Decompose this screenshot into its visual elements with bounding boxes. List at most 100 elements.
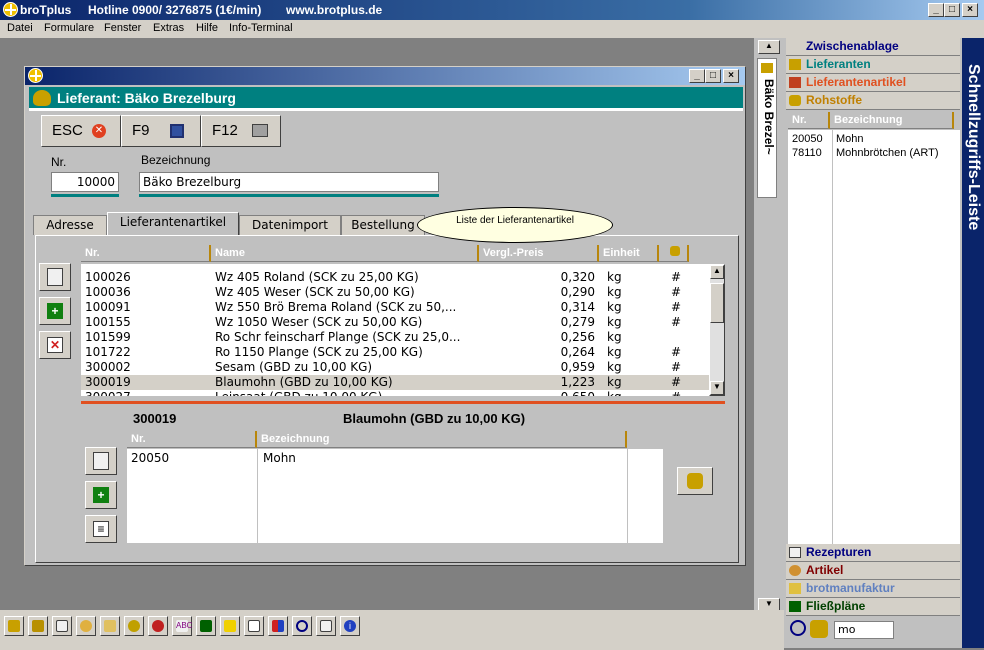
bread-toolbar-button[interactable] bbox=[76, 616, 96, 636]
folder-toolbar-button[interactable] bbox=[100, 616, 120, 636]
right-col-nr-header[interactable]: Nr. bbox=[788, 112, 830, 129]
col-name-header[interactable]: Name bbox=[211, 245, 479, 262]
toolbar-bottom: ABC i bbox=[0, 610, 784, 650]
rezepturen-header[interactable]: Rezepturen bbox=[786, 544, 960, 562]
lieferant-toolbar-button[interactable] bbox=[4, 616, 24, 636]
menu-extras[interactable]: Extras bbox=[153, 22, 184, 34]
grid-toolbar-button[interactable] bbox=[220, 616, 240, 636]
notes-toolbar-button[interactable] bbox=[316, 616, 336, 636]
cell-unit: kg bbox=[607, 360, 622, 374]
cell-unit: kg bbox=[607, 300, 622, 314]
nr-field[interactable]: 10000 bbox=[51, 172, 119, 192]
zwischenablage-header[interactable]: Zwischenablage bbox=[786, 38, 960, 56]
menu-info-terminal[interactable]: Info-Terminal bbox=[229, 22, 293, 34]
cell-flag: # bbox=[671, 300, 682, 314]
bezeichnung-field[interactable]: Bäko Brezelburg bbox=[139, 172, 439, 192]
close-button[interactable]: × bbox=[962, 3, 978, 17]
minimize-button[interactable]: _ bbox=[928, 3, 944, 17]
table-row[interactable]: 101599 Ro Schr feinscharf Plange (SCK zu … bbox=[81, 330, 709, 345]
cell-name: Wz 1050 Weser (SCK zu 50,00 KG) bbox=[215, 315, 423, 329]
table-row[interactable]: 300027 Leinsaat (GBD zu 10,00 KG) 0,650 kg # bbox=[81, 390, 709, 396]
window-close-button[interactable]: × bbox=[723, 69, 739, 83]
list-item-nr: 20050 bbox=[792, 133, 823, 145]
table-row[interactable]: 100036 Wz 405 Weser (SCK zu 50,00 KG) 0,29… bbox=[81, 285, 709, 300]
tab-lieferantenartikel[interactable]: Lieferantenartikel bbox=[107, 212, 239, 236]
paste-button[interactable] bbox=[39, 263, 71, 291]
rohstoff-button[interactable] bbox=[677, 467, 713, 495]
euro-toolbar-button[interactable] bbox=[124, 616, 144, 636]
recipe-toolbar-button[interactable] bbox=[52, 616, 72, 636]
bezeichnung-label: Bezeichnung bbox=[141, 153, 211, 167]
brotmanufaktur-header[interactable]: brotmanufaktur bbox=[786, 580, 960, 598]
right-col-bez-header[interactable]: Bezeichnung bbox=[830, 112, 954, 129]
cell-name: Wz 550 Brö Brema Roland (SCK zu 50,... bbox=[215, 300, 457, 314]
search-icon[interactable] bbox=[790, 620, 806, 636]
currency-toolbar-button[interactable] bbox=[148, 616, 168, 636]
color-toolbar-button[interactable] bbox=[268, 616, 288, 636]
add-button[interactable]: + bbox=[39, 297, 71, 325]
sack-icon[interactable] bbox=[810, 620, 828, 638]
table-row[interactable]: 101722 Ro 1150 Plange (SCK zu 25,00 KG) 0,… bbox=[81, 345, 709, 360]
save-icon bbox=[170, 124, 184, 138]
detail-row[interactable]: 20050 Mohn bbox=[127, 451, 663, 466]
rohstoffe-header[interactable]: Rohstoffe bbox=[786, 92, 960, 110]
detail-add-button[interactable]: + bbox=[85, 481, 117, 509]
col-nr-header[interactable]: Nr. bbox=[81, 245, 211, 262]
search-toolbar-button[interactable] bbox=[292, 616, 312, 636]
col-einheit-header[interactable]: Einheit bbox=[599, 245, 659, 262]
app-name: broTplus bbox=[20, 3, 72, 17]
scroll-down-button[interactable]: ▼ bbox=[710, 381, 724, 395]
col-flag-header[interactable] bbox=[659, 245, 689, 262]
lieferanten-header[interactable]: Lieferanten bbox=[786, 56, 960, 74]
lieferantenartikel-header[interactable]: Lieferantenartikel bbox=[786, 74, 960, 92]
list-item-bez: Mohn bbox=[836, 133, 864, 145]
f12-button[interactable]: F12 bbox=[201, 115, 281, 147]
quick-search-input[interactable]: mo bbox=[834, 621, 894, 639]
rohstoff-toolbar-button[interactable] bbox=[28, 616, 48, 636]
table-row[interactable]: 100026 Wz 405 Roland (SCK zu 25,00 KG) 0,3… bbox=[81, 270, 709, 285]
abc-toolbar-button[interactable]: ABC bbox=[172, 616, 192, 636]
menu-hilfe[interactable]: Hilfe bbox=[196, 22, 218, 34]
detail-col-nr-header[interactable]: Nr. bbox=[127, 431, 257, 448]
strip-tab[interactable]: Bäko Brezel~ bbox=[757, 58, 777, 198]
list-item[interactable]: 78110 Mohnbrötchen (ART) bbox=[788, 146, 960, 161]
tab-datenimport[interactable]: Datenimport bbox=[239, 215, 341, 235]
cell-flag: # bbox=[671, 285, 682, 299]
tab-bestellung[interactable]: Bestellung bbox=[341, 215, 425, 235]
table-row[interactable]: 300002 Sesam (GBD zu 10,00 KG) 0,959 kg # bbox=[81, 360, 709, 375]
list-item[interactable]: 20050 Mohn bbox=[788, 132, 960, 147]
info-toolbar-button[interactable]: i bbox=[340, 616, 360, 636]
delete-button[interactable]: ✕ bbox=[39, 331, 71, 359]
detail-grid[interactable]: 20050 Mohn bbox=[127, 449, 663, 543]
grid-icon bbox=[224, 620, 236, 632]
window-maximize-button[interactable]: □ bbox=[705, 69, 721, 83]
scroll-thumb[interactable] bbox=[710, 283, 724, 323]
f9-button[interactable]: F9 bbox=[121, 115, 201, 147]
detail-paste-button[interactable] bbox=[85, 447, 117, 475]
maximize-button[interactable]: □ bbox=[944, 3, 960, 17]
table-row[interactable]: 100155 Wz 1050 Weser (SCK zu 50,00 KG) 0,2… bbox=[81, 315, 709, 330]
menu-datei[interactable]: Datei bbox=[7, 22, 33, 34]
fliessplaene-header[interactable]: Fließpläne bbox=[786, 598, 960, 616]
tab-adresse[interactable]: Adresse bbox=[33, 215, 107, 235]
scroll-up-button[interactable]: ▲ bbox=[710, 265, 724, 279]
artikel-header[interactable]: Artikel bbox=[786, 562, 960, 580]
menu-fenster[interactable]: Fenster bbox=[104, 22, 141, 34]
detail-delete-button[interactable]: ≡ bbox=[85, 515, 117, 543]
menu-formulare[interactable]: Formulare bbox=[44, 22, 94, 34]
strip-up-button[interactable]: ▲ bbox=[758, 40, 780, 54]
table-row[interactable]: 100091 Wz 550 Brö Brema Roland (SCK zu 50… bbox=[81, 300, 709, 315]
grid-scrollbar[interactable]: ▲ ▼ bbox=[709, 264, 725, 396]
cell-unit: kg bbox=[607, 315, 622, 329]
rohstoffe-label: Rohstoffe bbox=[806, 93, 862, 107]
tree-toolbar-button[interactable] bbox=[196, 616, 216, 636]
esc-button[interactable]: ESC ✕ bbox=[41, 115, 121, 147]
bread-icon bbox=[789, 565, 801, 576]
artikel-grid[interactable]: 100026 Wz 405 Roland (SCK zu 25,00 KG) 0,3… bbox=[81, 264, 709, 396]
detail-col-bez-header[interactable]: Bezeichnung bbox=[257, 431, 627, 448]
window-minimize-button[interactable]: _ bbox=[689, 69, 705, 83]
table-row[interactable]: 300019 Blaumohn (GBD zu 10,00 KG) 1,223 kg # bbox=[81, 375, 709, 390]
rohstoffe-grid[interactable]: 20050 Mohn 78110 Mohnbrötchen (ART) bbox=[788, 130, 960, 544]
check-toolbar-button[interactable] bbox=[244, 616, 264, 636]
col-preis-header[interactable]: Vergl.-Preis bbox=[479, 245, 599, 262]
